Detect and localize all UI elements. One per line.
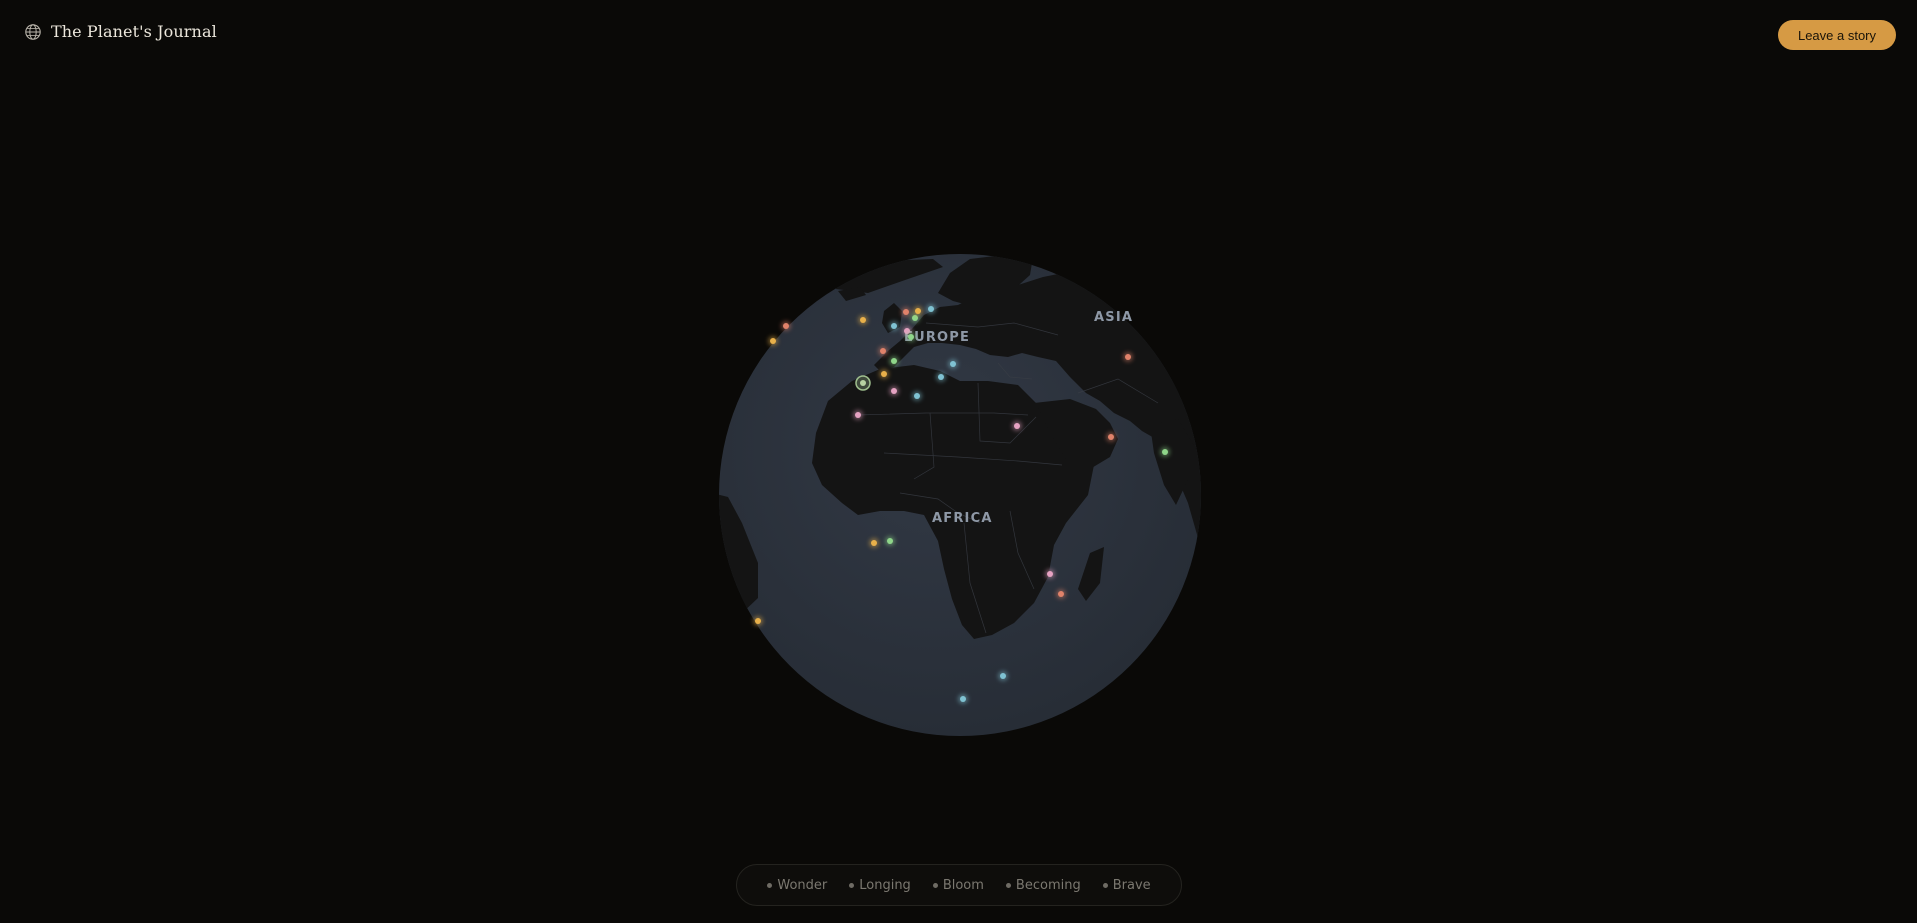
- legend-dot: [1102, 882, 1108, 888]
- legend-dot: [767, 882, 773, 888]
- story-marker[interactable]: [871, 540, 877, 546]
- selected-story-marker-core: [860, 380, 866, 386]
- story-marker[interactable]: [880, 348, 886, 354]
- legend-label: Brave: [1112, 877, 1151, 893]
- story-marker[interactable]: [1162, 449, 1168, 455]
- story-marker[interactable]: [887, 538, 893, 544]
- story-marker[interactable]: [908, 334, 914, 340]
- legend-dot: [932, 882, 938, 888]
- globe-icon: [25, 23, 41, 40]
- legend-label: Wonder: [777, 877, 828, 893]
- leave-a-story-button[interactable]: Leave a story: [1778, 20, 1896, 50]
- legend-item-wonder[interactable]: Wonder: [767, 878, 827, 893]
- story-marker[interactable]: [914, 393, 920, 399]
- page: The Planet's Journal Leave a story EUROP…: [0, 0, 1917, 923]
- brand[interactable]: The Planet's Journal: [24, 22, 217, 41]
- story-marker[interactable]: [1047, 571, 1053, 577]
- app-title: The Planet's Journal: [51, 22, 217, 41]
- story-marker[interactable]: [1125, 354, 1131, 360]
- legend-item-becoming[interactable]: Becoming: [1005, 877, 1081, 893]
- story-marker[interactable]: [1000, 673, 1006, 679]
- story-marker[interactable]: [960, 696, 966, 702]
- story-marker[interactable]: [755, 618, 761, 624]
- story-marker[interactable]: [891, 323, 897, 329]
- story-marker[interactable]: [855, 412, 861, 418]
- legend-label: Longing: [859, 877, 911, 893]
- legend-label: Becoming: [1015, 877, 1081, 893]
- story-marker[interactable]: [881, 371, 887, 377]
- story-marker[interactable]: [928, 306, 934, 312]
- globe[interactable]: EUROPE ASIA AFRICA: [718, 253, 1202, 737]
- story-marker[interactable]: [938, 374, 944, 380]
- story-marker[interactable]: [891, 358, 897, 364]
- legend-label: Bloom: [942, 877, 984, 893]
- legend-item-brave[interactable]: Brave: [1102, 877, 1151, 893]
- story-marker[interactable]: [950, 361, 956, 367]
- region-label-africa: AFRICA: [932, 511, 993, 526]
- story-marker[interactable]: [903, 309, 909, 315]
- story-marker[interactable]: [1058, 591, 1064, 597]
- legend-dot: [1005, 882, 1011, 888]
- story-marker[interactable]: [1108, 434, 1114, 440]
- story-marker[interactable]: [783, 323, 789, 329]
- story-marker[interactable]: [770, 338, 776, 344]
- story-marker[interactable]: [860, 317, 866, 323]
- legend-item-longing[interactable]: Longing: [849, 878, 911, 893]
- story-marker[interactable]: [1014, 423, 1020, 429]
- story-marker[interactable]: [915, 308, 921, 314]
- legend-item-bloom[interactable]: Bloom: [932, 877, 984, 893]
- mood-legend: Wonder Longing Bloom Becoming Brave: [736, 864, 1182, 906]
- legend-dot: [849, 882, 855, 888]
- story-marker[interactable]: [891, 388, 897, 394]
- region-label-asia: ASIA: [1094, 310, 1133, 325]
